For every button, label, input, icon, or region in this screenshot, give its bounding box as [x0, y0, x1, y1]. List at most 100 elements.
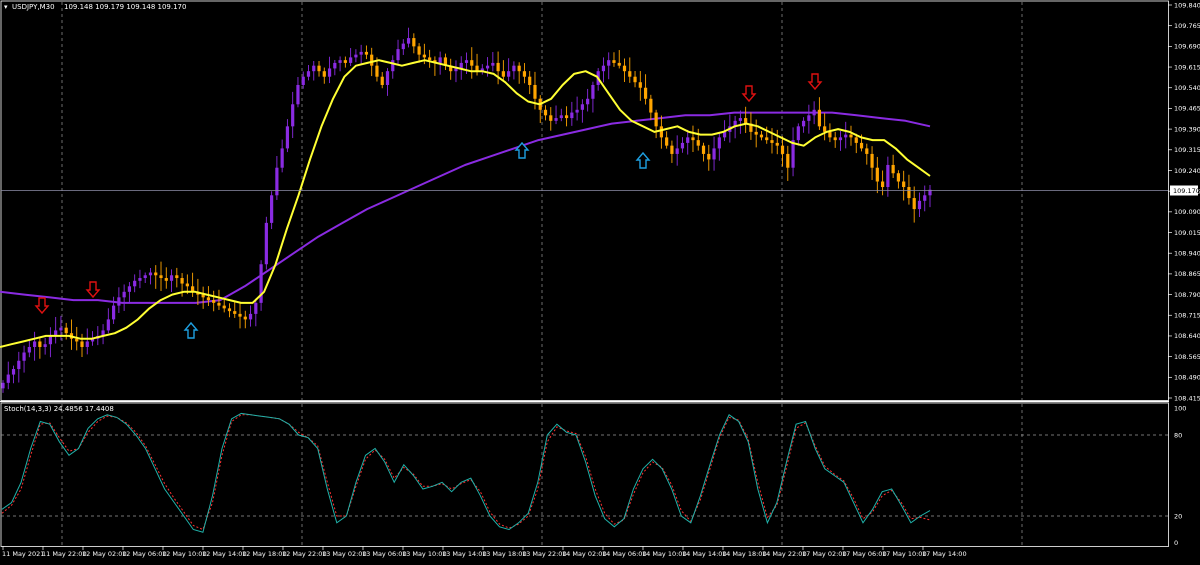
candle-body	[896, 173, 900, 182]
candle-body	[22, 352, 26, 361]
candle-body	[643, 87, 648, 99]
candle-body	[64, 327, 68, 334]
candle-body	[169, 275, 174, 281]
candle-body	[1, 382, 5, 389]
candle-body	[317, 65, 321, 72]
candle-body	[738, 118, 742, 121]
candle-body	[122, 291, 126, 298]
candle-body	[380, 76, 384, 85]
chart-background	[0, 0, 1200, 561]
candle-body	[533, 84, 537, 99]
price-tick-label: 108.790	[1174, 291, 1200, 299]
candle-body	[154, 272, 158, 276]
time-tick-label: 14 May 18:00	[722, 550, 767, 558]
candle-body	[75, 338, 79, 342]
time-tick-label: 14 May 14:00	[682, 550, 727, 558]
candle-body	[817, 109, 821, 127]
candle-body	[359, 51, 363, 55]
candle-body	[80, 341, 84, 347]
candle-body	[401, 43, 405, 50]
candle-body	[222, 305, 226, 309]
candle-body	[180, 278, 184, 284]
candle-body	[886, 164, 890, 188]
price-tick-label: 109.615	[1174, 63, 1200, 71]
candle-body	[707, 153, 711, 160]
candle-body	[880, 181, 885, 188]
candle-body	[301, 76, 305, 85]
time-tick-label: 12 May 18:00	[242, 550, 287, 558]
candle-body	[564, 115, 569, 119]
candle-body	[291, 104, 295, 127]
candle-body	[364, 51, 369, 55]
candle-body	[227, 308, 232, 312]
candle-body	[701, 145, 706, 154]
candle-body	[670, 145, 674, 154]
candle-body	[838, 137, 843, 141]
candle-body	[512, 65, 516, 72]
candle-body	[391, 60, 395, 72]
candle-body	[638, 82, 642, 88]
candle-body	[828, 131, 832, 138]
candle-body	[686, 137, 690, 143]
candle-body	[517, 65, 521, 72]
candle-body	[570, 112, 574, 119]
candle-body	[349, 57, 353, 63]
candle-body	[696, 140, 700, 146]
candle-body	[549, 115, 553, 121]
time-tick-label: 11 May 22:00	[42, 550, 87, 558]
candle-body	[280, 148, 284, 168]
candle-body	[680, 142, 685, 149]
candle-body	[406, 38, 411, 44]
candle-body	[859, 142, 864, 149]
chart-canvas[interactable]: 109.840 109.765 109.690 109.615 109.540 109.4…	[0, 0, 1200, 561]
candle-body	[622, 65, 627, 72]
candle-body	[6, 374, 10, 383]
candle-body	[470, 60, 474, 66]
price-tick-label: 109.090	[1174, 208, 1200, 216]
candle-body	[133, 280, 137, 287]
symbol-dropdown-icon[interactable]: ▾	[4, 3, 8, 11]
candle-body	[296, 84, 300, 105]
candle-body	[338, 60, 342, 63]
price-tick-label: 109.540	[1174, 84, 1200, 92]
time-tick-label: 13 May 22:00	[522, 550, 567, 558]
candle-body	[43, 344, 47, 347]
candle-body	[106, 319, 110, 331]
candle-body	[59, 327, 63, 331]
candle-body	[775, 142, 779, 146]
candle-body	[175, 275, 179, 279]
candle-body	[717, 137, 721, 149]
candle-body	[807, 115, 811, 121]
price-tick-label: 109.240	[1174, 167, 1200, 175]
price-tick-label: 108.715	[1174, 312, 1200, 320]
price-tick-label: 109.390	[1174, 125, 1200, 133]
candle-body	[796, 126, 800, 141]
candle-body	[327, 68, 332, 77]
candle-body	[143, 275, 147, 279]
candle-body	[649, 98, 653, 113]
candle-body	[312, 65, 316, 72]
price-tick-label: 109.015	[1174, 229, 1200, 237]
price-tick-label: 109.315	[1174, 146, 1200, 154]
candle-body	[496, 62, 500, 72]
candle-body	[786, 153, 790, 168]
candle-body	[823, 126, 827, 132]
time-tick-label: 12 May 22:00	[282, 550, 327, 558]
time-tick-label: 12 May 06:00	[122, 550, 167, 558]
symbol-timeframe: USDJPY,M30	[12, 3, 55, 11]
candle-body	[238, 313, 242, 317]
candle-body	[138, 278, 142, 281]
candle-body	[543, 109, 548, 116]
ohlc-values: 109.148 109.179 109.148 109.170	[64, 3, 186, 11]
candle-body	[759, 134, 764, 138]
candle-body	[11, 369, 16, 375]
candle-body	[612, 60, 616, 63]
stoch-tick-label: 100	[1174, 404, 1186, 412]
candle-body	[754, 131, 758, 135]
candle-body	[654, 112, 658, 127]
candle-body	[854, 137, 858, 143]
candle-body	[438, 57, 442, 63]
candle-body	[417, 46, 421, 55]
candle-body	[580, 104, 584, 110]
time-tick-label: 17 May 14:00	[922, 550, 967, 558]
